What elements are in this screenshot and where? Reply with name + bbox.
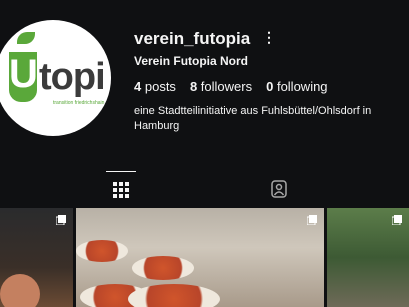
posts-stat[interactable]: 4 posts — [134, 79, 176, 94]
username: verein_futopia — [134, 29, 251, 48]
grid-icon — [113, 182, 129, 198]
avatar-logo-tagline: transition friedrichshain — [53, 100, 105, 106]
post-image — [76, 240, 128, 262]
profile-tabs — [0, 171, 409, 207]
multiple-images-icon — [307, 215, 317, 225]
multiple-images-icon — [392, 215, 402, 225]
followers-stat[interactable]: 8 followers — [190, 79, 252, 94]
post-thumbnail[interactable] — [76, 208, 324, 307]
avatar-logo-u: U — [9, 52, 38, 102]
avatar-logo-text: topi — [39, 56, 106, 98]
following-stat[interactable]: 0 following — [266, 79, 327, 94]
bio: eine Stadtteilinitiative aus Fuhlsbüttel… — [134, 105, 372, 132]
post-thumbnail[interactable] — [327, 208, 409, 307]
profile-stats: 4 posts 8 followers 0 following — [134, 79, 328, 94]
leaf-icon — [17, 32, 35, 44]
tagged-icon — [271, 180, 287, 198]
post-thumbnail[interactable] — [0, 208, 73, 307]
profile-avatar[interactable]: U topi transition friedrichshain — [0, 20, 111, 136]
post-image — [0, 274, 40, 307]
multiple-images-icon — [56, 215, 66, 225]
more-options-icon[interactable]: ⋮ — [262, 29, 276, 46]
tab-posts-grid[interactable] — [106, 171, 136, 208]
post-image-plate — [128, 284, 220, 307]
post-image-plate — [132, 256, 194, 280]
posts-grid — [0, 208, 409, 307]
full-name: Verein Futopia Nord — [134, 54, 249, 68]
tab-tagged[interactable] — [264, 171, 294, 207]
